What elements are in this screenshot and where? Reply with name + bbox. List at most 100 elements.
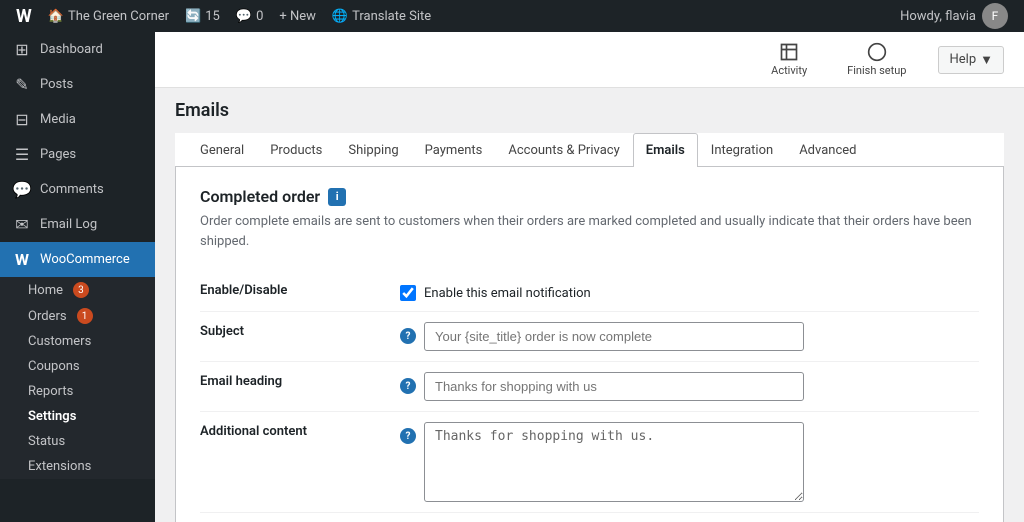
- subject-input[interactable]: [424, 322, 804, 351]
- email-heading-input[interactable]: [424, 372, 804, 401]
- enable-checkbox-label[interactable]: Enable this email notification: [424, 286, 591, 301]
- submenu-home-label: Home: [28, 283, 63, 298]
- subject-help-icon[interactable]: ?: [400, 328, 416, 344]
- comments-count: 0: [256, 9, 263, 24]
- wp-logo-item[interactable]: W: [8, 0, 40, 32]
- submenu-item-extensions[interactable]: Extensions: [0, 454, 155, 479]
- submenu-item-status[interactable]: Status: [0, 429, 155, 454]
- admin-bar: W 🏠 The Green Corner 🔄 15 💬 0 + New 🌐 Tr…: [0, 0, 1024, 32]
- chevron-down-icon: ▼: [980, 52, 993, 68]
- pages-icon: ☰: [12, 145, 32, 164]
- submenu-orders-label: Orders: [28, 309, 67, 324]
- translate-label: Translate Site: [352, 9, 431, 24]
- submenu-item-coupons[interactable]: Coupons: [0, 354, 155, 379]
- wp-logo-icon: W: [16, 6, 32, 27]
- help-button[interactable]: Help ▼: [938, 46, 1004, 74]
- main-content: Activity Finish setup Help ▼ Emails: [155, 32, 1024, 522]
- activity-icon: [779, 42, 799, 62]
- dashboard-icon: ⊞: [12, 40, 32, 59]
- main-wrapper: ⊞ Dashboard ✎ Posts ⊟ Media ☰ Pages 💬 Co…: [0, 32, 1024, 522]
- new-content-item[interactable]: + New: [271, 0, 324, 32]
- section-description: Order complete emails are sent to custom…: [200, 212, 979, 251]
- additional-content-field: ?: [400, 412, 979, 513]
- activity-button[interactable]: Activity: [763, 38, 815, 81]
- comments-icon: 💬: [236, 9, 252, 24]
- enable-label: Enable/Disable: [200, 271, 400, 312]
- site-name-item[interactable]: 🏠 The Green Corner: [40, 0, 177, 32]
- section-header: Completed order i: [200, 187, 979, 206]
- updates-icon: 🔄: [185, 9, 201, 24]
- comments-item[interactable]: 💬 0: [228, 0, 272, 32]
- sidebar-item-comments[interactable]: 💬 Comments: [0, 172, 155, 207]
- tab-shipping[interactable]: Shipping: [335, 133, 411, 167]
- content-header: Activity Finish setup Help ▼: [155, 32, 1024, 88]
- enable-field: Enable this email notification: [400, 271, 979, 312]
- email-heading-help-icon[interactable]: ?: [400, 378, 416, 394]
- tab-accounts-privacy[interactable]: Accounts & Privacy: [495, 133, 632, 167]
- submenu-item-home[interactable]: Home 3: [0, 277, 155, 303]
- sidebar-item-label: Comments: [40, 182, 104, 197]
- sidebar-item-pages[interactable]: ☰ Pages: [0, 137, 155, 172]
- woocommerce-icon: W: [12, 250, 32, 269]
- media-icon: ⊟: [12, 110, 32, 129]
- sidebar-item-label: Email Log: [40, 217, 97, 232]
- header-actions: Activity Finish setup Help ▼: [763, 38, 1004, 81]
- submenu-item-orders[interactable]: Orders 1: [0, 303, 155, 329]
- sidebar-item-label: Posts: [40, 77, 73, 92]
- sidebar-item-woocommerce[interactable]: W WooCommerce: [0, 242, 155, 277]
- activity-label: Activity: [771, 64, 807, 77]
- submenu-settings-label: Settings: [28, 409, 76, 424]
- orders-badge: 1: [77, 308, 93, 324]
- howdy-section[interactable]: Howdy, flavia F: [892, 3, 1016, 29]
- email-heading-label: Email heading: [200, 362, 400, 412]
- woocommerce-submenu: Home 3 Orders 1 Customers Coupons Report…: [0, 277, 155, 479]
- translate-item[interactable]: 🌐 Translate Site: [324, 0, 439, 32]
- enable-checkbox-row: Enable this email notification: [400, 285, 979, 301]
- additional-content-textarea[interactable]: [424, 422, 804, 502]
- tab-content-emails: Completed order i Order complete emails …: [175, 167, 1004, 522]
- help-label: Help: [949, 52, 976, 67]
- tab-payments[interactable]: Payments: [412, 133, 496, 167]
- finish-setup-icon: [867, 42, 887, 62]
- tab-general[interactable]: General: [187, 133, 257, 167]
- additional-content-field-row: ?: [400, 422, 979, 502]
- additional-content-help-icon[interactable]: ?: [400, 428, 416, 444]
- section-title-text: Completed order: [200, 187, 320, 206]
- updates-count: 15: [205, 9, 220, 24]
- sidebar-item-dashboard[interactable]: ⊞ Dashboard: [0, 32, 155, 67]
- tab-products[interactable]: Products: [257, 133, 335, 167]
- sidebar-item-posts[interactable]: ✎ Posts: [0, 67, 155, 102]
- section-info-icon[interactable]: i: [328, 188, 346, 206]
- submenu-reports-label: Reports: [28, 384, 73, 399]
- posts-icon: ✎: [12, 75, 32, 94]
- submenu-extensions-label: Extensions: [28, 459, 91, 474]
- submenu-item-reports[interactable]: Reports: [0, 379, 155, 404]
- sidebar-item-label: Pages: [40, 147, 76, 162]
- settings-form-table: Enable/Disable Enable this email notific…: [200, 271, 979, 513]
- sidebar-item-label: Dashboard: [40, 42, 103, 57]
- updates-item[interactable]: 🔄 15: [177, 0, 228, 32]
- tab-advanced[interactable]: Advanced: [786, 133, 869, 167]
- submenu-coupons-label: Coupons: [28, 359, 80, 374]
- sidebar-item-media[interactable]: ⊟ Media: [0, 102, 155, 137]
- tab-integration[interactable]: Integration: [698, 133, 786, 167]
- sidebar-item-label: WooCommerce: [40, 252, 130, 267]
- avatar: F: [982, 3, 1008, 29]
- sidebar-item-email-log[interactable]: ✉ Email Log: [0, 207, 155, 242]
- page-wrap: Emails General Products Shipping Payment…: [155, 88, 1024, 522]
- page-title: Emails: [175, 100, 1004, 121]
- email-heading-row: Email heading ?: [200, 362, 979, 412]
- comments-menu-icon: 💬: [12, 180, 32, 199]
- tab-emails[interactable]: Emails: [633, 133, 698, 167]
- submenu-item-settings[interactable]: Settings: [0, 404, 155, 429]
- site-icon: 🏠: [48, 9, 64, 24]
- enable-checkbox[interactable]: [400, 285, 416, 301]
- subject-field-row: ?: [400, 322, 979, 351]
- site-name-label: The Green Corner: [68, 9, 169, 24]
- additional-content-row: Additional content ?: [200, 412, 979, 513]
- finish-setup-button[interactable]: Finish setup: [839, 38, 914, 81]
- submenu-item-customers[interactable]: Customers: [0, 329, 155, 354]
- enable-row: Enable/Disable Enable this email notific…: [200, 271, 979, 312]
- settings-tabs: General Products Shipping Payments Accou…: [175, 133, 1004, 167]
- email-log-icon: ✉: [12, 215, 32, 234]
